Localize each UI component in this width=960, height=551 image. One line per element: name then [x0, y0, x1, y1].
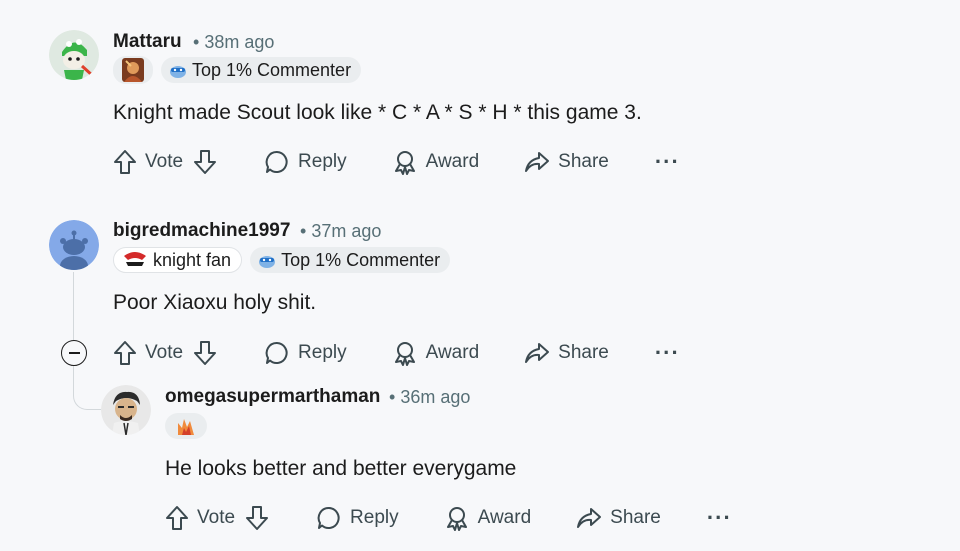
top-commenter-icon: [259, 256, 276, 268]
flair-row: Top 1% Commenter: [113, 56, 362, 84]
flair-row: [165, 413, 207, 439]
username[interactable]: Mattaru: [113, 31, 182, 53]
vote-label: Vote: [197, 507, 236, 528]
avatar[interactable]: [101, 385, 151, 435]
collapse-thread-button[interactable]: [61, 340, 87, 366]
downvote-button[interactable]: [245, 505, 269, 531]
comment-body: Knight made Scout look like * C * A * S …: [113, 101, 642, 124]
flair-label: Top 1% Commenter: [192, 59, 352, 80]
downvote-arrow-icon: [246, 506, 269, 530]
comment-meta: • 36m ago: [389, 387, 470, 408]
thread-elbow: [73, 366, 101, 410]
share-button[interactable]: Share: [576, 505, 661, 531]
flair-row: knight fan Top 1% Commenter: [113, 247, 451, 273]
reply-label: Reply: [298, 342, 347, 363]
comment-meta: • 38m ago: [193, 32, 274, 53]
flair-image: [165, 413, 207, 439]
meta-separator: •: [193, 32, 200, 52]
share-label: Share: [558, 342, 609, 363]
share-arrow-icon: [525, 152, 550, 172]
award-label: Award: [425, 342, 480, 363]
snoo-avatar-icon: [49, 30, 99, 80]
vote-group: Vote: [165, 505, 269, 531]
upvote-button[interactable]: Vote: [165, 505, 235, 531]
flair-top-commenter: Top 1% Commenter: [250, 247, 451, 273]
upvote-arrow-icon: [114, 341, 136, 365]
comment-body: Poor Xiaoxu holy shit.: [113, 291, 317, 314]
share-label: Share: [558, 151, 609, 172]
meta-separator: •: [300, 221, 307, 241]
downvote-button[interactable]: [193, 340, 217, 366]
award-label: Award: [477, 507, 532, 528]
reply-label: Reply: [350, 507, 399, 528]
more-options-button[interactable]: ···: [655, 151, 680, 173]
reply-button[interactable]: Reply: [316, 505, 399, 531]
comment-actions: Vote Reply Award Share ···: [113, 338, 680, 368]
award-button[interactable]: Award: [392, 340, 480, 366]
upvote-button[interactable]: Vote: [113, 149, 183, 175]
username[interactable]: omegasupermarthaman: [165, 386, 380, 408]
award-button[interactable]: Award: [392, 149, 480, 175]
vote-label: Vote: [145, 151, 184, 172]
meta-separator: •: [389, 387, 396, 407]
avatar[interactable]: [49, 30, 99, 80]
award-icon: [394, 342, 415, 366]
more-options-button[interactable]: ···: [707, 507, 732, 529]
share-arrow-icon: [525, 343, 550, 363]
reply-bubble-icon: [265, 150, 288, 173]
username[interactable]: bigredmachine1997: [113, 220, 290, 242]
more-options-button[interactable]: ···: [655, 342, 680, 364]
share-button[interactable]: Share: [524, 340, 609, 366]
character-flair-icon: [122, 58, 144, 82]
upvote-button[interactable]: Vote: [113, 340, 183, 366]
downvote-button[interactable]: [193, 149, 217, 175]
reply-bubble-icon: [265, 341, 288, 364]
vote-label: Vote: [145, 342, 184, 363]
avatar[interactable]: [49, 220, 99, 270]
comment-time[interactable]: 36m ago: [400, 387, 470, 407]
upvote-arrow-icon: [114, 150, 136, 174]
share-label: Share: [610, 507, 661, 528]
award-icon: [446, 507, 467, 531]
award-button[interactable]: Award: [444, 505, 532, 531]
award-icon: [394, 151, 415, 175]
flair-top-commenter: Top 1% Commenter: [161, 57, 362, 83]
flair-image: [113, 56, 153, 84]
downvote-arrow-icon: [194, 150, 217, 174]
reply-label: Reply: [298, 151, 347, 172]
share-arrow-icon: [577, 508, 602, 528]
share-button[interactable]: Share: [524, 149, 609, 175]
fire-flair-icon: [178, 419, 194, 435]
comment-time[interactable]: 38m ago: [204, 32, 274, 52]
comment-meta: • 37m ago: [300, 221, 381, 242]
flair-team: knight fan: [113, 247, 243, 273]
flair-label: Top 1% Commenter: [281, 249, 441, 270]
top-commenter-icon: [170, 66, 186, 78]
thread-line: [73, 272, 74, 340]
reply-bubble-icon: [317, 506, 340, 529]
comment-actions: Vote Reply Award Share ···: [113, 147, 680, 177]
flair-label: knight fan: [153, 249, 232, 270]
comment-time[interactable]: 37m ago: [311, 221, 381, 241]
upvote-arrow-icon: [166, 506, 188, 530]
comment-body: He looks better and better everygame: [165, 457, 517, 480]
reply-button[interactable]: Reply: [264, 149, 347, 175]
default-snoo-avatar-icon: [49, 220, 99, 270]
reply-button[interactable]: Reply: [264, 340, 347, 366]
vote-group: Vote: [113, 340, 217, 366]
custom-avatar-icon: [101, 385, 151, 435]
comment-actions: Vote Reply Award Share ···: [165, 503, 732, 533]
vote-group: Vote: [113, 149, 217, 175]
award-label: Award: [425, 151, 480, 172]
team-logo-icon: [124, 252, 146, 266]
downvote-arrow-icon: [194, 341, 217, 365]
minus-icon: [68, 352, 80, 354]
